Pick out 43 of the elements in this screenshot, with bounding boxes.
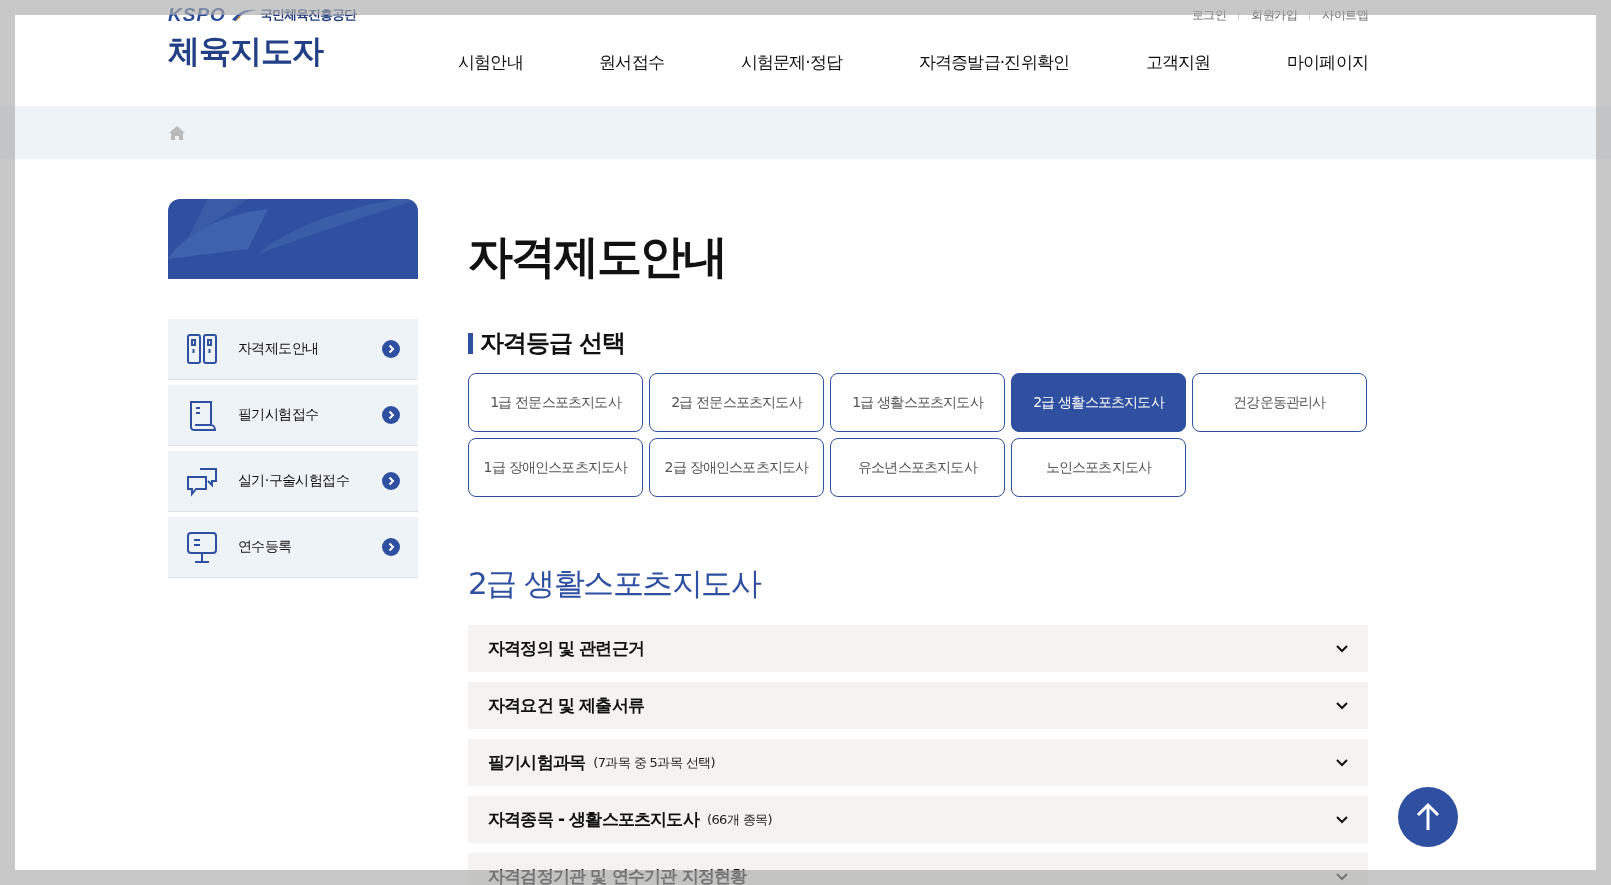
site-title: 체육지도자 — [168, 31, 325, 72]
scroll-top-button[interactable] — [1398, 787, 1458, 847]
accordion-header[interactable]: 자격종목 - 생활스포츠지도사 (66개 종목) — [468, 796, 1368, 843]
section-title: 자격등급 선택 — [480, 328, 626, 359]
grade-tab[interactable]: 유소년스포츠지도사 — [830, 438, 1005, 497]
accordion-header[interactable]: 필기시험과목 (7과목 중 5과목 선택) — [468, 739, 1368, 786]
title-bar-mark — [468, 332, 473, 354]
chevron-circle-icon — [382, 406, 400, 424]
nav-link[interactable]: 시험안내 — [458, 51, 523, 74]
logo-mark: KSPO — [168, 4, 226, 26]
chevron-circle-icon — [382, 340, 400, 358]
grade-tab[interactable]: 1급 장애인스포츠지도사 — [468, 438, 643, 497]
grade-tab[interactable]: 노인스포츠지도사 — [1011, 438, 1186, 497]
nav-link[interactable]: 시험문제·정답 — [740, 51, 843, 74]
chevron-icon — [1336, 701, 1348, 710]
page-title: 자격제도안내 — [468, 229, 727, 285]
util-link[interactable]: 회원가입 — [1251, 7, 1297, 24]
sidebar-item[interactable]: 필기시험접수 — [168, 385, 418, 446]
door-panels-icon — [186, 332, 218, 366]
nav-link[interactable]: 고객지원 — [1145, 51, 1211, 74]
sidebar-item[interactable]: 연수등록 — [168, 517, 418, 578]
grade-heading: 2급 생활스포츠지도사 — [468, 564, 762, 603]
nav-link[interactable]: 자격증발급·진위확인 — [918, 51, 1070, 74]
org-name: 국민체육진흥공단 — [259, 6, 356, 24]
chevron-icon — [1336, 758, 1348, 767]
chevron-icon — [1336, 815, 1348, 824]
grade-tab[interactable]: 2급 장애인스포츠지도사 — [649, 438, 824, 497]
grade-tab[interactable]: 1급 생활스포츠지도사 — [830, 373, 1005, 432]
chevron-circle-icon — [382, 472, 400, 490]
monitor-icon — [186, 530, 218, 564]
sidebar-item[interactable]: 자격제도안내 — [168, 319, 418, 380]
nav-link[interactable]: 원서접수 — [599, 51, 665, 74]
nav-link[interactable]: 마이페이지 — [1286, 51, 1368, 74]
grade-tab[interactable]: 2급 전문스포츠지도사 — [649, 373, 824, 432]
sidebar-item[interactable]: 실기·구술시험접수 — [168, 451, 418, 512]
grade-tab[interactable]: 1급 전문스포츠지도사 — [468, 373, 643, 432]
accordion-header[interactable]: 자격정의 및 관련근거 — [468, 625, 1368, 672]
accordion-header[interactable]: 자격요건 및 제출서류 — [468, 682, 1368, 729]
chevron-icon — [1336, 644, 1348, 653]
grade-tab[interactable]: 건강운동관리사 — [1192, 373, 1367, 432]
chevron-circle-icon — [382, 538, 400, 556]
up-arrow-icon — [1416, 802, 1440, 832]
grade-tab[interactable]: 2급 생활스포츠지도사 — [1011, 373, 1186, 432]
